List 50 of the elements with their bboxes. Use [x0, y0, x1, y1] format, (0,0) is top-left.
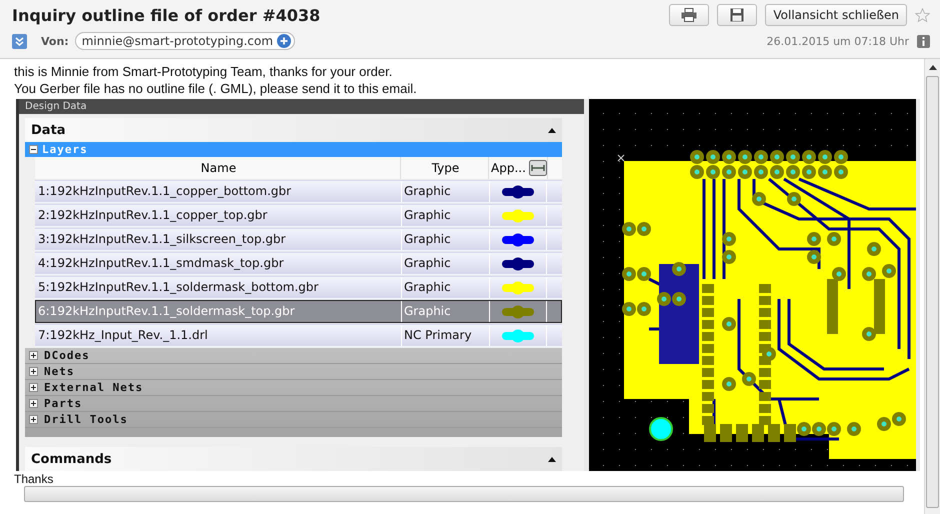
save-button[interactable]	[717, 4, 758, 26]
layer-color-swatch[interactable]	[500, 232, 536, 246]
caret-icon[interactable]	[928, 65, 936, 70]
expand-icon[interactable]	[29, 351, 38, 360]
tree-node[interactable]: Nets	[44, 365, 74, 378]
expand-icon[interactable]	[29, 367, 38, 376]
expand-icon[interactable]	[29, 383, 38, 392]
column-header[interactable]: Name	[35, 157, 401, 179]
layer-color-swatch[interactable]	[500, 280, 536, 294]
layer-row[interactable]: 3:192kHzInputRev.1.1_silkscreen_top.gbr Graphic	[35, 228, 562, 251]
expand-icon[interactable]	[29, 399, 38, 408]
panel-title: Design Data	[19, 99, 584, 114]
layer-row[interactable]: 1:192kHzInputRev.1.1_copper_bottom.gbr Graphic	[35, 180, 562, 203]
layer-row[interactable]: 2:192kHzInputRev.1.1_copper_top.gbr Graphic	[35, 204, 562, 227]
column-header[interactable]: Type	[401, 157, 489, 179]
layer-row[interactable]: 7:192kHz_Input_Rev._1.1.drl NC Primary	[35, 324, 562, 347]
layer-color-swatch[interactable]	[500, 328, 536, 342]
star-icon[interactable]	[915, 8, 930, 22]
printer-icon	[681, 8, 698, 22]
message-subject: Inquiry outline file of order #4038	[12, 6, 322, 24]
plus-icon	[277, 34, 292, 48]
message-text: You Gerber file has no outline file (. GML), please send it to this email.	[14, 80, 418, 97]
tree-node[interactable]: Drill Tools	[44, 413, 128, 426]
message-date: 26.01.2015 um 07:18 Uhr	[766, 34, 909, 48]
sender-address-chip[interactable]: minnie@smart-prototyping.com	[74, 32, 296, 50]
horizontal-scrollbar[interactable]	[24, 486, 904, 502]
expand-icon[interactable]	[29, 415, 38, 424]
layer-color-swatch[interactable]	[500, 184, 536, 198]
caret-icon[interactable]	[548, 456, 556, 462]
layer-color-swatch[interactable]	[500, 304, 536, 318]
column-resize-icon[interactable]	[529, 160, 547, 176]
message-text: Thanks	[14, 472, 54, 485]
column-header[interactable]: App...	[491, 157, 526, 179]
message-text: this is Minnie from Smart-Prototyping Team, thanks for your order.	[14, 63, 394, 80]
layer-color-swatch[interactable]	[500, 256, 536, 270]
tree-node[interactable]: Parts	[44, 397, 82, 410]
section-title: Data	[31, 122, 66, 138]
info-icon[interactable]	[917, 34, 930, 48]
section-title: Commands	[31, 452, 112, 466]
caret-icon[interactable]	[548, 128, 556, 132]
layer-row[interactable]: 5:192kHzInputRev.1.1_soldermask_bottom.gbr Graphic	[35, 276, 562, 299]
print-button[interactable]	[669, 4, 710, 26]
tree-node[interactable]: External Nets	[44, 381, 144, 394]
layer-color-swatch[interactable]	[500, 208, 536, 222]
vertical-scrollbar[interactable]	[924, 59, 940, 514]
collapse-icon[interactable]	[29, 145, 38, 154]
tree-node[interactable]: DCodes	[44, 349, 90, 362]
from-label: Von:	[41, 34, 69, 48]
layer-row[interactable]: 4:192kHzInputRev.1.1_smdmask_top.gbr Graphic	[35, 252, 562, 275]
close-full-view-button[interactable]: Vollansicht schließen	[765, 4, 907, 26]
